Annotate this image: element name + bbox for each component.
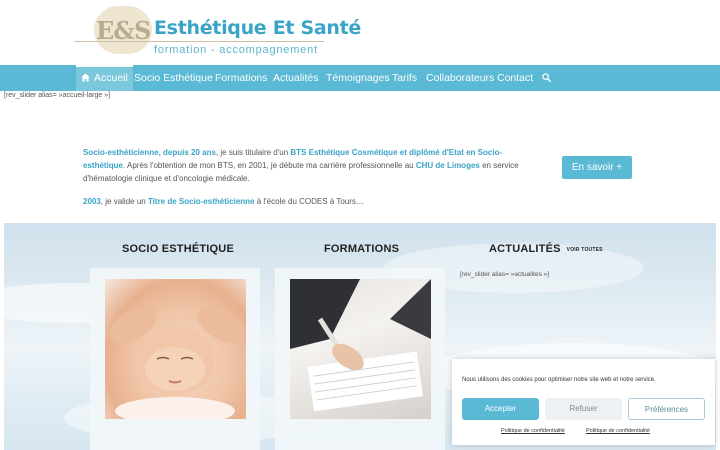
formations-photo[interactable] (290, 279, 431, 419)
socio-esthetique-photo[interactable] (105, 279, 246, 419)
intro-text-run: . Après l'obtention de mon BTS, en 2001,… (123, 161, 416, 170)
section-title-actualites: ACTUALITÉS VOIR TOUTES (489, 243, 603, 255)
site-logo[interactable]: E&S Esthétique Et Santé formation - acco… (74, 4, 361, 62)
nav-item-socio-esthetique[interactable]: Socio Esthétique (134, 65, 213, 91)
section-title-formations: FORMATIONS (324, 243, 400, 255)
nav-item-label: Accueil (94, 72, 128, 84)
logo-name: Esthétique Et Santé (154, 17, 361, 39)
section-title-socio: SOCIO ESTHÉTIQUE (122, 243, 234, 255)
intro-text: Socio-esthéticienne, depuis 20 ans, je s… (83, 146, 538, 208)
privacy-policy-link-2[interactable]: Politique de confidentialité (586, 428, 650, 434)
nav-item-contact[interactable]: Contact (497, 65, 533, 91)
cookie-preferences-button[interactable]: Préférences (628, 398, 705, 420)
cookie-refuse-button[interactable]: Refuser (545, 398, 622, 420)
cookie-message: Nous utilisons des cookies pour optimise… (462, 377, 656, 383)
cookie-consent-banner: Nous utilisons des cookies pour optimise… (452, 359, 715, 445)
writing-illustration (290, 279, 431, 412)
logo-tagline: formation - accompagnement (154, 44, 318, 56)
slider-shortcode-text: [rev_slider alias= »accueil-large »] (4, 92, 111, 99)
nav-item-formations[interactable]: Formations (215, 65, 268, 91)
voir-toutes-link[interactable]: VOIR TOUTES (567, 247, 603, 253)
privacy-policy-link[interactable]: Politique de confidentialité (501, 428, 565, 434)
intro-highlight: Titre de Socio-esthéticienne (147, 197, 255, 206)
intro-highlight: CHU de Limoges (415, 161, 480, 170)
actualites-shortcode-text: [rev_slider alias= »actualites »] (460, 271, 550, 278)
home-icon (81, 73, 90, 82)
nav-item-accueil[interactable]: Accueil (76, 65, 133, 91)
nav-item-actualites[interactable]: Actualités (273, 65, 319, 91)
page: E&S Esthétique Et Santé formation - acco… (0, 0, 720, 450)
en-savoir-plus-button[interactable]: En savoir + (562, 156, 632, 179)
intro-text-run: , je suis titulaire d'un (215, 148, 291, 157)
nav-item-tarifs[interactable]: Tarifs (392, 65, 417, 91)
search-icon (542, 73, 551, 82)
cookie-accept-button[interactable]: Accepter (462, 398, 539, 420)
intro-paragraph-1: Socio-esthéticienne, depuis 20 ans, je s… (83, 146, 538, 185)
main-nav: Accueil Socio Esthétique Formations Actu… (0, 65, 720, 91)
logo-divider (74, 41, 324, 42)
nav-item-collaborateurs[interactable]: Collaborateurs (426, 65, 494, 91)
facial-massage-illustration (109, 307, 245, 419)
intro-paragraph-2: 2003, je valide un Titre de Socio-esthét… (83, 195, 538, 208)
nav-item-temoignages[interactable]: Témoignages (326, 65, 390, 91)
intro-highlight: Socio-esthéticienne, depuis 20 ans (83, 148, 216, 157)
intro-text-run: à l'école du CODES à Tours… (254, 197, 364, 206)
actualites-title-text: ACTUALITÉS (489, 243, 561, 255)
intro-highlight: 2003 (83, 197, 101, 206)
intro-text-run: , je valide un (100, 197, 148, 206)
nav-search-button[interactable] (542, 65, 551, 91)
